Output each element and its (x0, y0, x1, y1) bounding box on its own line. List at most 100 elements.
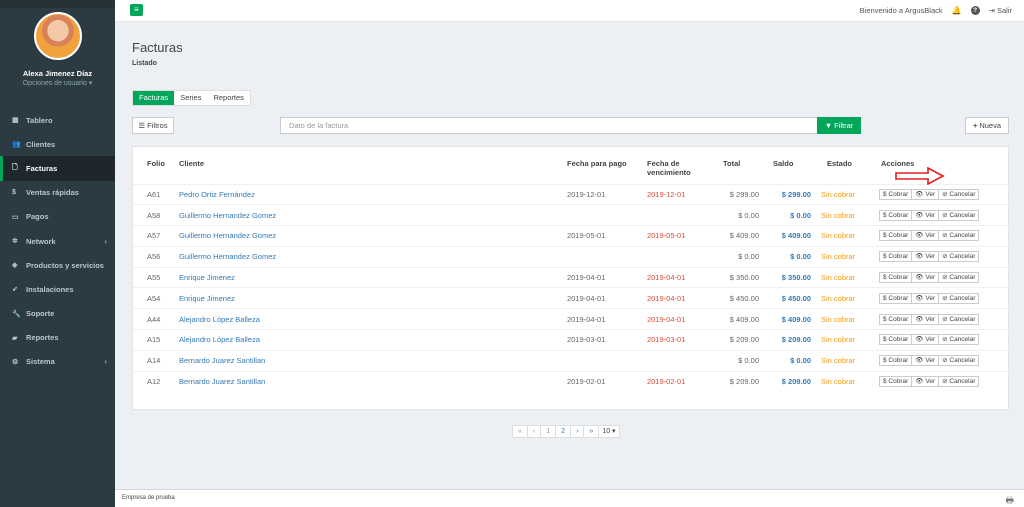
prev-page-button[interactable]: ‹ (528, 426, 542, 437)
sidebar-item-instalaciones[interactable]: ➶ Instalaciones (0, 277, 115, 301)
filters-button[interactable]: ☰ Filtros (132, 117, 174, 134)
charge-button[interactable]: $ Cobrar (879, 251, 913, 263)
header-balance: Saldo (773, 159, 794, 168)
next-page-button[interactable]: › (571, 426, 585, 437)
charge-button[interactable]: $ Cobrar (879, 209, 913, 221)
cell-actions: $ Cobrar 👁 Ver ⊘ Cancelar (875, 308, 1010, 330)
menu-toggle-button[interactable]: ≡ (130, 4, 143, 16)
charge-button[interactable]: $ Cobrar (879, 230, 913, 242)
charge-button[interactable]: $ Cobrar (879, 272, 913, 284)
cell-client-value[interactable]: Bernardo Juarez Santillan (179, 356, 265, 365)
cell-folio: A44 (133, 308, 179, 330)
cell-payment-date-value: 2019-04-01 (567, 293, 606, 303)
charge-button[interactable]: $ Cobrar (879, 188, 913, 200)
footer: Empresa de prueba 🖶 (115, 489, 1024, 507)
cancel-button[interactable]: ⊘ Cancelar (938, 272, 980, 284)
cell-actions: $ Cobrar 👁 Ver ⊘ Cancelar (875, 370, 1010, 392)
page-1-button[interactable]: 1 (541, 426, 557, 437)
cell-client-value[interactable]: Alejandro López Balleza (179, 335, 260, 344)
logout-button[interactable]: ⇥ Salir (989, 6, 1012, 15)
view-button[interactable]: 👁 Ver (911, 230, 940, 242)
row-actions: $ Cobrar 👁 Ver ⊘ Cancelar (879, 355, 1010, 367)
sidebar-item-tablero[interactable]: ▦ Tablero (0, 108, 115, 132)
cell-client-value[interactable]: Guillermo Hernandez Gomez (179, 231, 276, 240)
sidebar-item-clientes[interactable]: 👥 Clientes (0, 132, 115, 156)
header-status: Estado (827, 159, 853, 168)
cell-total-value: $ 450.00 (729, 293, 759, 303)
cell-client-value[interactable]: Enrique Jimenez (179, 273, 235, 282)
sidebar-item-facturas[interactable]: 🗋 Facturas (0, 156, 115, 181)
cell-balance: $ 409.00 (767, 308, 819, 330)
cell-client: Pedro Ortiz Fernández (179, 183, 567, 205)
book-icon: ▰ (12, 334, 18, 342)
users-icon: 👥 (12, 141, 21, 149)
tab-series[interactable]: Series (174, 91, 207, 105)
cancel-button[interactable]: ⊘ Cancelar (938, 355, 980, 367)
view-button[interactable]: 👁 Ver (911, 292, 940, 304)
cell-client-value[interactable]: Alejandro López Balleza (179, 315, 260, 324)
search-input[interactable] (280, 117, 821, 134)
cell-folio: A12 (133, 370, 179, 392)
view-button[interactable]: 👁 Ver (911, 313, 940, 325)
table-body: A61 Pedro Ortiz Fernández 2019-12-01 2019-1… (133, 183, 1010, 392)
view-button[interactable]: 👁 Ver (911, 355, 940, 367)
tab-reportes[interactable]: Reportes (207, 91, 249, 105)
view-button[interactable]: 👁 Ver (911, 188, 940, 200)
cell-total: $ 350.00 (711, 266, 767, 288)
cell-client: Guillermo Hernandez Gomez (179, 245, 567, 268)
first-page-button[interactable]: « (513, 426, 528, 437)
cell-total: $ 0.00 (711, 204, 767, 226)
cell-client-value[interactable]: Bernardo Juarez Santillan (179, 377, 265, 386)
cell-client-value[interactable]: Guillermo Hernandez Gomez (179, 252, 276, 261)
page-size-select[interactable]: 10 ▾ (599, 426, 618, 437)
view-button[interactable]: 👁 Ver (911, 334, 940, 346)
printer-icon[interactable]: 🖶 (1006, 493, 1015, 507)
cancel-button[interactable]: ⊘ Cancelar (938, 230, 980, 242)
cell-payment-date: 2019-03-01 (567, 329, 647, 351)
cell-total-value: $ 299.00 (729, 189, 759, 199)
cancel-button[interactable]: ⊘ Cancelar (938, 188, 980, 200)
cancel-button[interactable]: ⊘ Cancelar (938, 313, 980, 325)
view-button[interactable]: 👁 Ver (911, 272, 940, 284)
cancel-button[interactable]: ⊘ Cancelar (938, 209, 980, 221)
sidebar-item-soporte[interactable]: 🔧 Soporte (0, 302, 115, 326)
sidebar-item-ventas-rápidas[interactable]: $ Ventas rápidas (0, 181, 115, 205)
cell-total: $ 450.00 (711, 287, 767, 309)
sidebar-item-pagos[interactable]: ▭ Pagos (0, 205, 115, 229)
view-button[interactable]: 👁 Ver (911, 251, 940, 263)
user-options-dropdown[interactable]: Opciones de usuario ▾ (0, 79, 115, 87)
help-icon[interactable]: ? (970, 6, 980, 15)
tab-facturas[interactable]: Facturas (133, 91, 175, 105)
row-actions: $ Cobrar 👁 Ver ⊘ Cancelar (879, 376, 1010, 388)
cell-client-value[interactable]: Guillermo Hernandez Gomez (179, 211, 276, 220)
sidebar-item-productos-y-servicios[interactable]: ◈ Productos y servicios (0, 253, 115, 277)
page-2-button[interactable]: 2 (556, 426, 572, 437)
cell-client-value[interactable]: Pedro Ortiz Fernández (179, 190, 255, 199)
cell-total-value: $ 209.00 (729, 377, 759, 387)
cancel-button[interactable]: ⊘ Cancelar (938, 334, 980, 346)
charge-button[interactable]: $ Cobrar (879, 334, 913, 346)
cancel-button[interactable]: ⊘ Cancelar (938, 376, 980, 388)
sidebar-item-reportes[interactable]: ▰ Reportes (0, 326, 115, 350)
cancel-button[interactable]: ⊘ Cancelar (938, 251, 980, 263)
cell-total: $ 409.00 (711, 225, 767, 247)
new-invoice-button[interactable]: + Nueva (965, 117, 1009, 134)
cell-client-value[interactable]: Enrique Jimenez (179, 294, 235, 303)
last-page-button[interactable]: » (584, 426, 600, 437)
cell-due-date: 2019-03-01 (647, 329, 711, 351)
view-button[interactable]: 👁 Ver (911, 376, 940, 388)
cell-due-date (647, 245, 711, 268)
charge-button[interactable]: $ Cobrar (879, 376, 913, 388)
bell-icon[interactable]: 🔔 (952, 6, 962, 15)
charge-button[interactable]: $ Cobrar (879, 355, 913, 367)
sidebar-item-network[interactable]: ✲ Network ‹ (0, 229, 115, 253)
sidebar-item-label: Facturas (26, 163, 58, 173)
filter-button[interactable]: ▼ Filtrar (817, 117, 861, 134)
view-button[interactable]: 👁 Ver (911, 209, 940, 221)
sidebar-item-sistema[interactable]: ⚙ Sistema ‹ (0, 350, 115, 374)
cell-due-date-value: 2019-12-01 (647, 189, 686, 199)
cancel-button[interactable]: ⊘ Cancelar (938, 292, 980, 304)
charge-button[interactable]: $ Cobrar (879, 313, 913, 325)
sidebar-item-label: Soporte (26, 309, 55, 319)
charge-button[interactable]: $ Cobrar (879, 292, 913, 304)
